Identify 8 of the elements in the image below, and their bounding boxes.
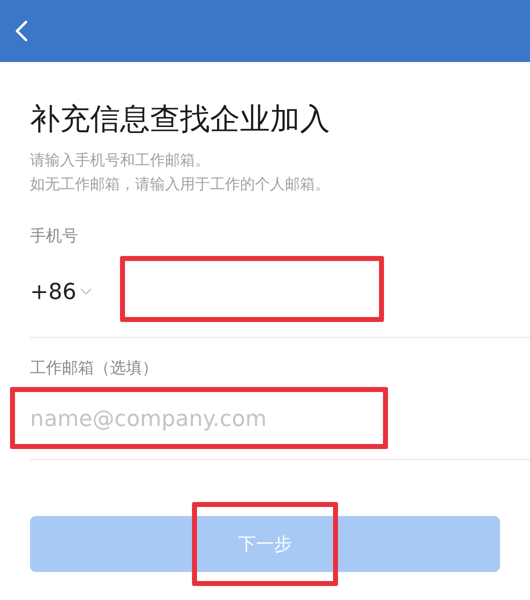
country-code-selector[interactable]: +86	[30, 280, 122, 304]
page-title: 补充信息查找企业加入	[30, 101, 331, 139]
field-label: 手机号	[30, 226, 79, 247]
instruction-text: 请输入手机号和工作邮箱。	[30, 150, 211, 171]
field-label: 工作邮箱（选填）	[30, 358, 159, 379]
back-icon[interactable]	[14, 20, 28, 42]
email-input[interactable]: name@company.com	[30, 406, 370, 432]
instruction-text: 如无工作邮箱，请输入用于工作的个人邮箱。	[30, 174, 331, 195]
